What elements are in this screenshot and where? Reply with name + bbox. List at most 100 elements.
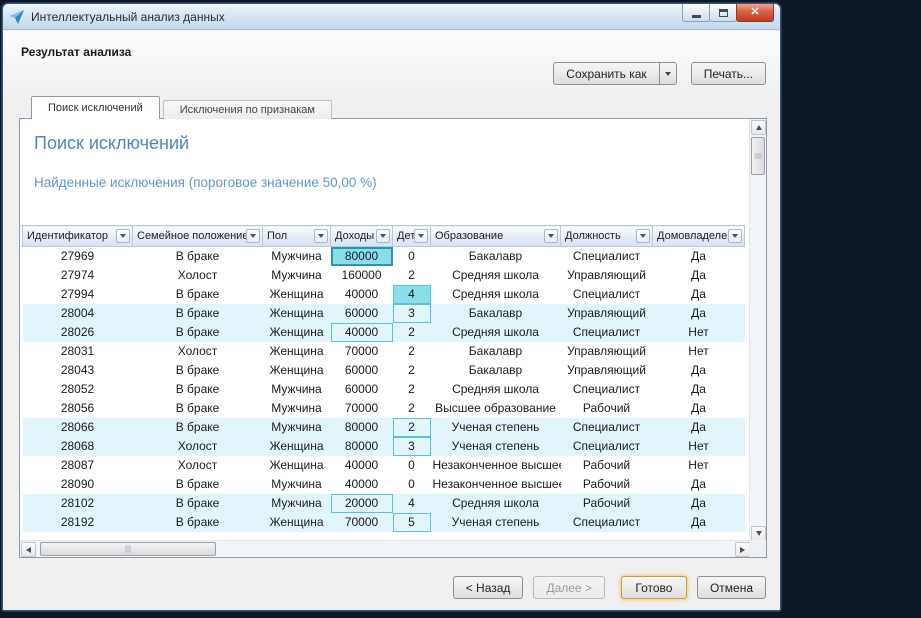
filter-dropdown-button[interactable] — [314, 229, 328, 243]
maximize-button[interactable] — [709, 4, 737, 22]
cell-gender[interactable]: Мужчина — [263, 494, 331, 513]
cell-id[interactable]: 27994 — [23, 285, 133, 304]
cell-gender[interactable]: Женщина — [263, 456, 331, 475]
vertical-scroll-thumb[interactable] — [751, 137, 765, 175]
filter-dropdown-button[interactable] — [246, 229, 260, 243]
cell-occupation[interactable]: Управляющий — [561, 304, 653, 323]
cell-education[interactable]: Средняя школа — [431, 494, 561, 513]
title-bar[interactable]: Интеллектуальный анализ данных ✕ — [3, 4, 780, 30]
column-header-children[interactable]: Дети — [393, 226, 431, 247]
cell-income[interactable]: 80000 — [331, 418, 393, 437]
cell-marital[interactable]: В браке — [133, 304, 263, 323]
cell-marital[interactable]: В браке — [133, 399, 263, 418]
table-row[interactable]: 28068ХолостЖенщина800003Ученая степеньСп… — [23, 437, 745, 456]
cell-occupation[interactable]: Специалист — [561, 247, 653, 266]
print-button[interactable]: Печать... — [691, 62, 766, 85]
cell-homeowner[interactable]: Да — [653, 494, 745, 513]
cell-id[interactable]: 28192 — [23, 513, 133, 532]
column-header-education[interactable]: Образование — [431, 226, 561, 247]
horizontal-scrollbar[interactable] — [20, 540, 751, 557]
table-row[interactable]: 28090В бракеМужчина400000Незаконченное в… — [23, 475, 745, 494]
cell-education[interactable]: Средняя школа — [431, 380, 561, 399]
filter-dropdown-button[interactable] — [544, 229, 558, 243]
cell-marital[interactable]: В браке — [133, 247, 263, 266]
cell-children[interactable]: 0 — [393, 247, 431, 266]
cell-occupation[interactable]: Управляющий — [561, 342, 653, 361]
cell-marital[interactable]: В браке — [133, 513, 263, 532]
cell-children[interactable]: 2 — [393, 399, 431, 418]
cell-id[interactable]: 27974 — [23, 266, 133, 285]
finish-button[interactable]: Готово — [621, 576, 687, 599]
column-header-marital[interactable]: Семейное положение — [133, 226, 263, 247]
cell-children[interactable]: 2 — [393, 361, 431, 380]
cell-income[interactable]: 40000 — [331, 475, 393, 494]
cell-gender[interactable]: Мужчина — [263, 247, 331, 266]
cell-occupation[interactable]: Управляющий — [561, 361, 653, 380]
cell-occupation[interactable]: Специалист — [561, 418, 653, 437]
cell-education[interactable]: Ученая степень — [431, 418, 561, 437]
cell-marital[interactable]: Холост — [133, 266, 263, 285]
cell-marital[interactable]: В браке — [133, 475, 263, 494]
table-row[interactable]: 27969В бракеМужчина800000БакалаврСпециал… — [23, 247, 745, 266]
save-as-button[interactable]: Сохранить как — [553, 62, 659, 85]
column-header-occupation[interactable]: Должность — [561, 226, 653, 247]
cell-children[interactable]: 5 — [393, 513, 431, 532]
cell-id[interactable]: 28066 — [23, 418, 133, 437]
cell-marital[interactable]: Холост — [133, 437, 263, 456]
cell-id[interactable]: 28052 — [23, 380, 133, 399]
cell-homeowner[interactable]: Да — [653, 418, 745, 437]
cell-children[interactable]: 4 — [393, 494, 431, 513]
cell-occupation[interactable]: Специалист — [561, 323, 653, 342]
close-button[interactable]: ✕ — [736, 4, 774, 22]
cell-education[interactable]: Бакалавр — [431, 361, 561, 380]
cell-homeowner[interactable]: Нет — [653, 323, 745, 342]
cell-children[interactable]: 2 — [393, 266, 431, 285]
cell-gender[interactable]: Мужчина — [263, 399, 331, 418]
table-row[interactable]: 28031ХолостЖенщина700002БакалаврУправляю… — [23, 342, 745, 361]
table-row[interactable]: 27974ХолостМужчина1600002Средняя школаУп… — [23, 266, 745, 285]
cell-id[interactable]: 28068 — [23, 437, 133, 456]
table-row[interactable]: 28056В бракеМужчина700002Высшее образова… — [23, 399, 745, 418]
scroll-right-button[interactable] — [735, 542, 750, 557]
cell-education[interactable]: Незаконченное высшее — [431, 475, 561, 494]
cell-occupation[interactable]: Специалист — [561, 437, 653, 456]
cell-children[interactable]: 2 — [393, 418, 431, 437]
back-button[interactable]: < Назад — [453, 576, 524, 599]
minimize-button[interactable] — [682, 4, 710, 22]
cell-income[interactable]: 160000 — [331, 266, 393, 285]
column-header-id[interactable]: Идентификатор — [23, 226, 133, 247]
cell-homeowner[interactable]: Да — [653, 285, 745, 304]
column-header-income[interactable]: Доходы — [331, 226, 393, 247]
cell-homeowner[interactable]: Да — [653, 247, 745, 266]
cell-children[interactable]: 0 — [393, 475, 431, 494]
cell-marital[interactable]: В браке — [133, 285, 263, 304]
cell-income[interactable]: 20000 — [331, 494, 393, 513]
cell-id[interactable]: 28026 — [23, 323, 133, 342]
cell-children[interactable]: 3 — [393, 437, 431, 456]
filter-dropdown-button[interactable] — [376, 229, 390, 243]
cell-id[interactable]: 28004 — [23, 304, 133, 323]
cell-gender[interactable]: Мужчина — [263, 418, 331, 437]
cell-homeowner[interactable]: Да — [653, 475, 745, 494]
cell-occupation[interactable]: Рабочий — [561, 494, 653, 513]
save-as-dropdown[interactable] — [659, 62, 677, 85]
filter-dropdown-button[interactable] — [116, 229, 130, 243]
cell-marital[interactable]: Холост — [133, 456, 263, 475]
cell-income[interactable]: 70000 — [331, 513, 393, 532]
cell-income[interactable]: 60000 — [331, 361, 393, 380]
cell-gender[interactable]: Женщина — [263, 342, 331, 361]
cell-occupation[interactable]: Рабочий — [561, 456, 653, 475]
cell-homeowner[interactable]: Нет — [653, 456, 745, 475]
table-row[interactable]: 28102В бракеМужчина200004Средняя школаРа… — [23, 494, 745, 513]
filter-dropdown-button[interactable] — [414, 229, 428, 243]
scroll-down-button[interactable] — [751, 526, 766, 541]
cell-marital[interactable]: В браке — [133, 380, 263, 399]
column-header-homeowner[interactable]: Домовладелец — [653, 226, 745, 247]
cell-gender[interactable]: Женщина — [263, 304, 331, 323]
cell-id[interactable]: 27969 — [23, 247, 133, 266]
cell-income[interactable]: 40000 — [331, 285, 393, 304]
cell-id[interactable]: 28031 — [23, 342, 133, 361]
cell-id[interactable]: 28102 — [23, 494, 133, 513]
cell-income[interactable]: 60000 — [331, 304, 393, 323]
cell-income[interactable]: 70000 — [331, 342, 393, 361]
